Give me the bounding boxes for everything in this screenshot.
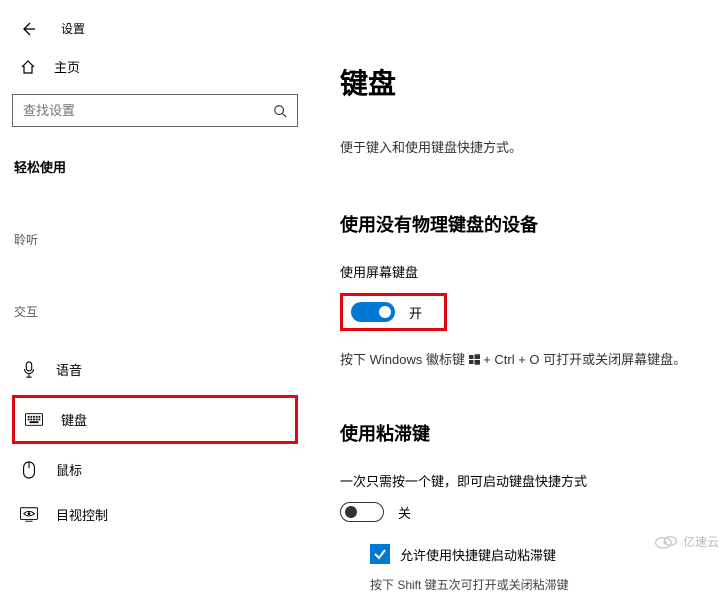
search-input[interactable] xyxy=(12,94,298,127)
checkbox-label: 允许使用快捷键启动粘滞键 xyxy=(400,545,556,564)
page-title: 键盘 xyxy=(340,62,717,102)
section-no-physical-keyboard: 使用没有物理键盘的设备 xyxy=(340,211,717,237)
sidebar-home-label: 主页 xyxy=(54,57,80,76)
sidebar-item-label: 语音 xyxy=(56,360,82,379)
windows-logo-icon xyxy=(469,354,480,365)
sidebar: 主页 轻松使用 聆听 交互 语音 键盘 xyxy=(0,47,310,555)
sidebar-subheader-listen: 聆听 xyxy=(12,231,298,248)
shortcut-hint: 按下 Windows 徽标键 + Ctrl + O 可打开或关闭屏幕键盘。 xyxy=(340,349,717,368)
sidebar-item-label: 鼠标 xyxy=(56,460,82,479)
sidebar-item-voice[interactable]: 语音 xyxy=(12,350,298,389)
sidebar-item-label: 目视控制 xyxy=(56,505,108,524)
toggle-state-label: 关 xyxy=(398,503,411,522)
eye-control-icon xyxy=(20,507,38,522)
on-screen-keyboard-toggle[interactable] xyxy=(351,302,395,322)
window-title: 设置 xyxy=(61,20,85,37)
search-icon xyxy=(273,104,287,118)
checkbox-checked-icon[interactable] xyxy=(370,544,390,564)
sidebar-item-keyboard[interactable]: 键盘 xyxy=(17,400,293,439)
watermark: 亿速云 xyxy=(653,532,719,550)
page-description: 便于键入和使用键盘快捷方式。 xyxy=(340,137,717,156)
search-field[interactable] xyxy=(23,103,273,118)
sidebar-item-eye-control[interactable]: 目视控制 xyxy=(12,495,298,534)
sidebar-item-mouse[interactable]: 鼠标 xyxy=(12,450,298,489)
back-icon[interactable] xyxy=(20,21,36,37)
sidebar-item-label: 键盘 xyxy=(61,410,87,429)
microphone-icon xyxy=(20,361,38,379)
section-sticky-keys: 使用粘滞键 xyxy=(340,420,717,446)
sidebar-section: 轻松使用 xyxy=(12,157,298,176)
on-screen-keyboard-label: 使用屏幕键盘 xyxy=(340,262,717,281)
highlight-keyboard: 键盘 xyxy=(12,395,298,444)
sticky-keys-desc: 一次只需按一个键，即可启动键盘快捷方式 xyxy=(340,471,717,490)
sticky-keys-toggle[interactable] xyxy=(340,502,384,522)
highlight-toggle: 开 xyxy=(340,293,447,331)
sidebar-home[interactable]: 主页 xyxy=(12,47,298,94)
mouse-icon xyxy=(20,461,38,479)
home-icon xyxy=(20,59,36,75)
content-area: 键盘 便于键入和使用键盘快捷方式。 使用没有物理键盘的设备 使用屏幕键盘 开 按… xyxy=(310,47,727,555)
sticky-hint: 按下 Shift 键五次可打开或关闭粘滞键 xyxy=(370,576,717,593)
keyboard-icon xyxy=(25,413,43,426)
toggle-state-label: 开 xyxy=(409,303,422,322)
sidebar-subheader-interact: 交互 xyxy=(12,303,298,320)
